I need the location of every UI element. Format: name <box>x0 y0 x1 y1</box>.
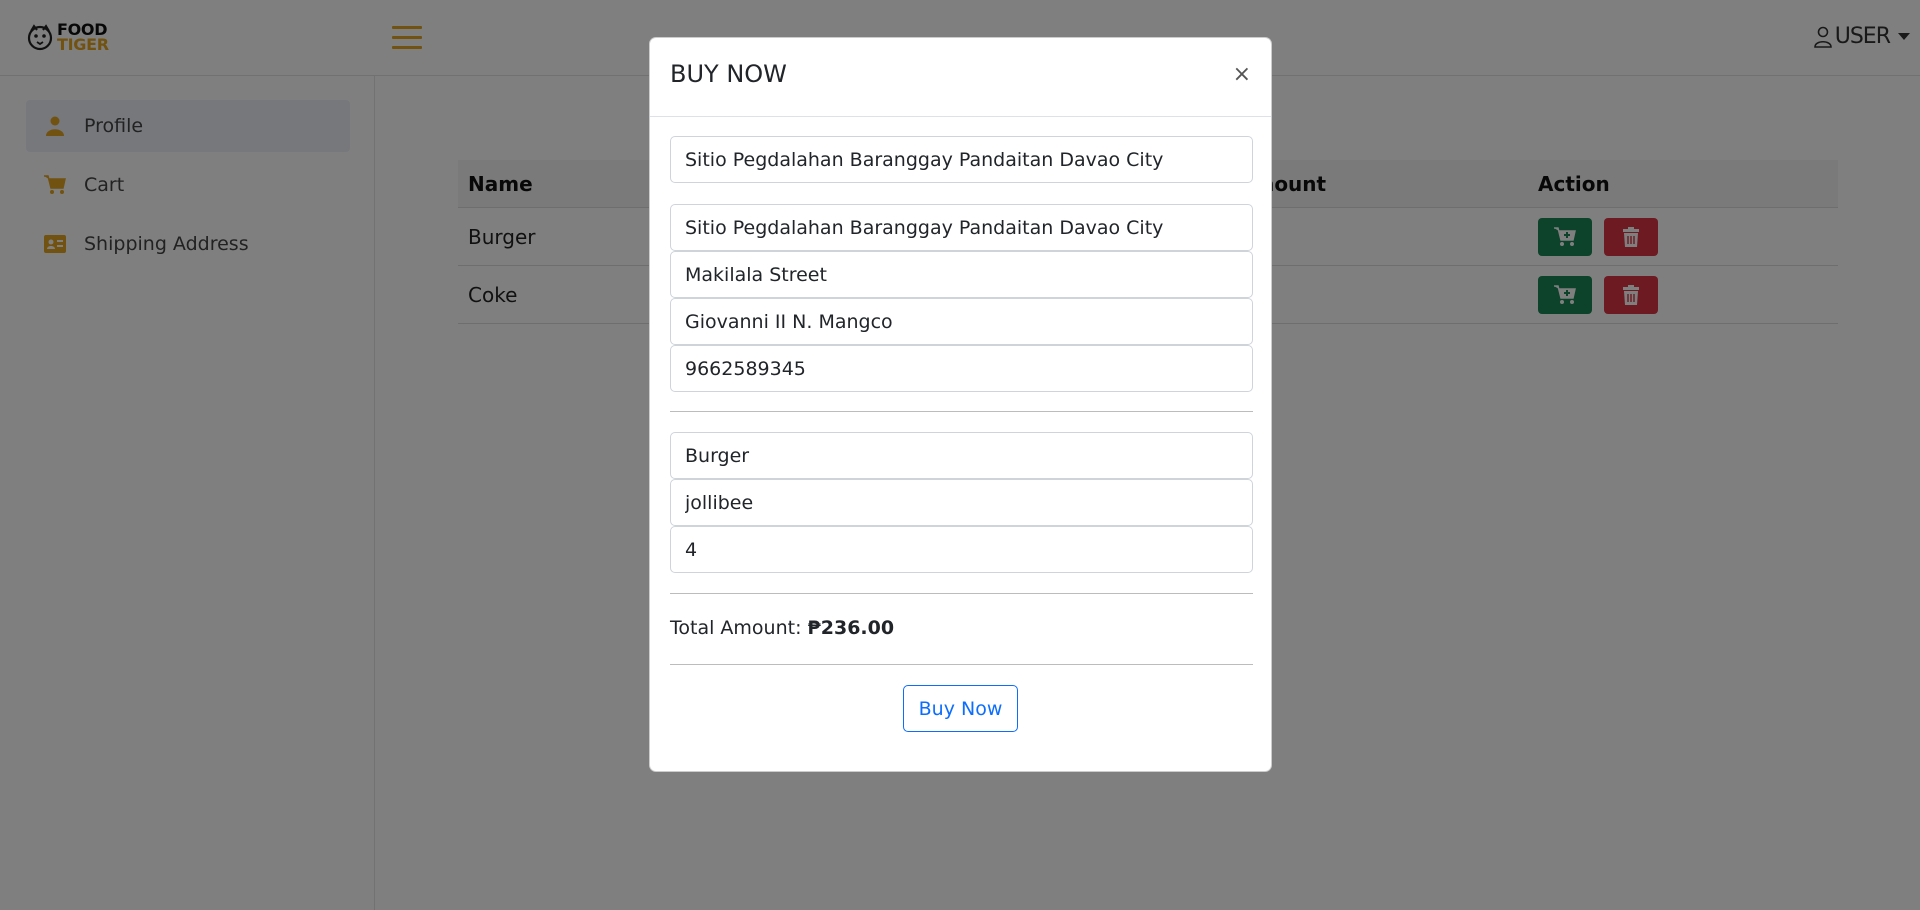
quantity-field[interactable] <box>670 526 1253 573</box>
total-amount: Total Amount: ₱236.00 <box>670 617 894 639</box>
recipient-name-field[interactable] <box>670 298 1253 345</box>
divider <box>670 593 1253 594</box>
buy-now-modal: BUY NOW × Sitio Pegdalahan Baranggay Pan… <box>649 37 1272 772</box>
street-field[interactable] <box>670 251 1253 298</box>
buy-now-button[interactable]: Buy Now <box>903 685 1018 732</box>
store-name-field[interactable] <box>670 479 1253 526</box>
divider <box>670 411 1253 412</box>
close-icon[interactable]: × <box>1233 62 1251 88</box>
phone-field[interactable] <box>670 345 1253 392</box>
modal-title: BUY NOW <box>670 60 787 88</box>
address-select[interactable]: Sitio Pegdalahan Baranggay Pandaitan Dav… <box>670 136 1253 183</box>
divider <box>670 664 1253 665</box>
total-amount-label: Total Amount: <box>670 617 802 639</box>
address-field[interactable] <box>670 204 1253 251</box>
modal-header: BUY NOW × <box>650 38 1271 117</box>
product-name-field[interactable] <box>670 432 1253 479</box>
total-amount-value: ₱236.00 <box>807 617 895 639</box>
